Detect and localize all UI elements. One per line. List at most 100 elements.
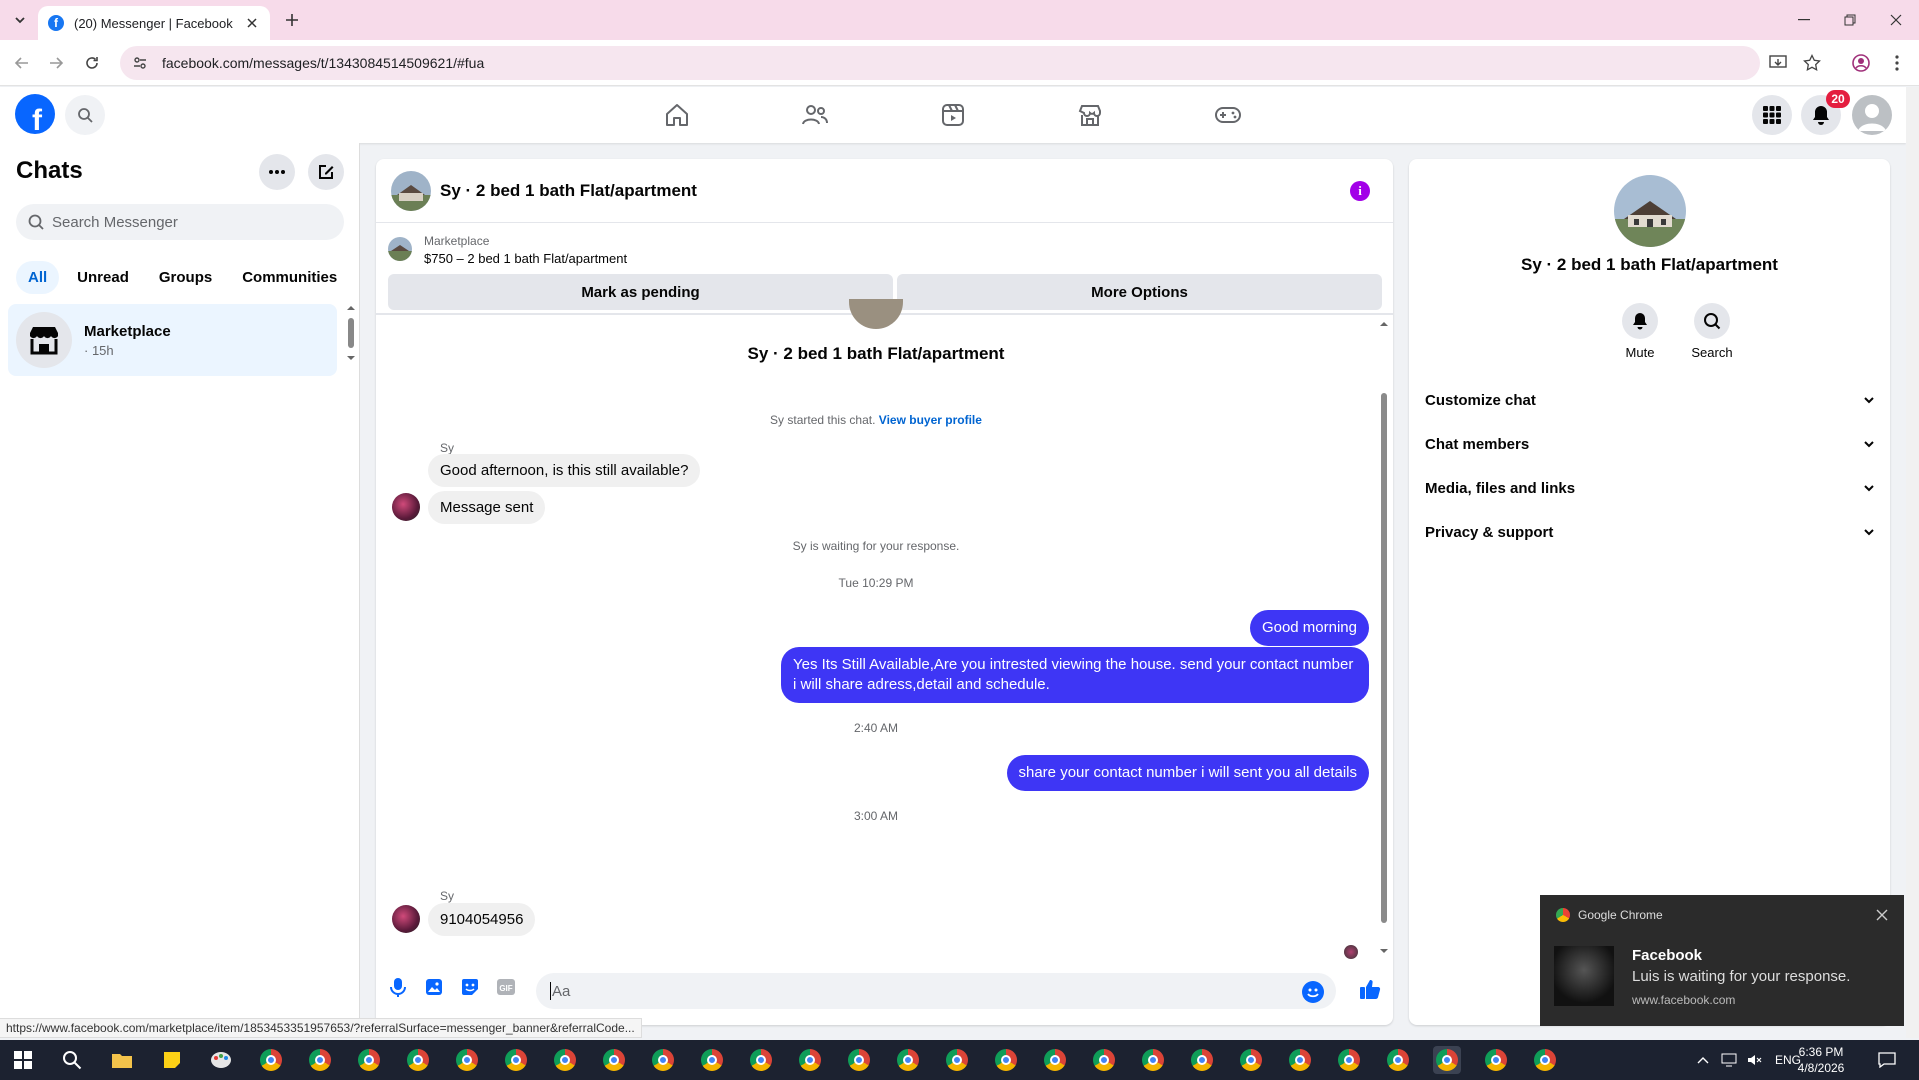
chrome-taskbar-icon[interactable] (502, 1046, 530, 1074)
chrome-taskbar-icon[interactable] (1531, 1046, 1559, 1074)
incoming-message[interactable]: 9104054956 (428, 903, 536, 936)
taskbar-search-icon[interactable] (58, 1046, 86, 1074)
chrome-taskbar-icon[interactable] (649, 1046, 677, 1074)
incoming-message[interactable]: Message sent (428, 491, 546, 524)
attach-photo-icon[interactable] (422, 975, 446, 999)
reload-icon[interactable] (80, 51, 104, 75)
chats-options-icon[interactable] (259, 154, 295, 190)
chat-members-row[interactable]: Chat members (1425, 426, 1875, 462)
chrome-taskbar-icon[interactable] (1237, 1046, 1265, 1074)
chrome-taskbar-icon[interactable] (1482, 1046, 1510, 1074)
outgoing-message[interactable]: share your contact number i will sent yo… (1006, 755, 1369, 791)
filter-communities[interactable]: Communities (230, 261, 349, 294)
emoji-icon[interactable] (1302, 981, 1324, 1003)
close-notification-icon[interactable] (1876, 909, 1888, 921)
privacy-support-row[interactable]: Privacy & support (1425, 514, 1875, 550)
forward-icon[interactable] (44, 51, 68, 75)
chrome-taskbar-icon-active[interactable] (1433, 1046, 1461, 1074)
chrome-taskbar-icon[interactable] (1286, 1046, 1314, 1074)
search-action[interactable]: Search (1682, 303, 1742, 360)
gaming-nav-icon[interactable] (1210, 97, 1246, 133)
sticker-icon[interactable] (458, 975, 482, 999)
home-nav-icon[interactable] (659, 97, 695, 133)
windows-start-icon[interactable] (9, 1046, 37, 1074)
sender-avatar[interactable] (392, 493, 420, 521)
chrome-taskbar-icon[interactable] (1188, 1046, 1216, 1074)
account-avatar[interactable] (1852, 95, 1892, 135)
close-tab-icon[interactable] (244, 15, 260, 31)
url-omnibox[interactable]: facebook.com/messages/t/1343084514509621… (120, 46, 1760, 80)
chrome-taskbar-icon[interactable] (404, 1046, 432, 1074)
sidebar-scrollbar[interactable] (346, 304, 356, 364)
action-center-icon[interactable] (1873, 1046, 1901, 1074)
system-clock[interactable]: 6:36 PM 4/8/2026 (1782, 1044, 1860, 1076)
chrome-taskbar-icon[interactable] (1384, 1046, 1412, 1074)
chrome-taskbar-icon[interactable] (600, 1046, 628, 1074)
chrome-taskbar-icon[interactable] (747, 1046, 775, 1074)
chrome-notification[interactable]: Google Chrome Facebook Luis is waiting f… (1540, 895, 1904, 1026)
chrome-taskbar-icon[interactable] (894, 1046, 922, 1074)
outgoing-message[interactable]: Good morning (1249, 610, 1369, 646)
thumbs-up-icon[interactable] (1358, 977, 1382, 1001)
tab-search-dropdown-icon[interactable] (10, 10, 30, 30)
chrome-taskbar-icon[interactable] (355, 1046, 383, 1074)
sticky-notes-icon[interactable] (158, 1046, 186, 1074)
conversation-scrollbar[interactable] (1378, 317, 1390, 957)
bell-icon[interactable] (1622, 303, 1658, 339)
close-window-icon[interactable] (1873, 0, 1919, 40)
outgoing-message[interactable]: Yes Its Still Available,Are you intreste… (781, 647, 1369, 703)
microphone-icon[interactable] (386, 975, 410, 999)
details-avatar[interactable] (1614, 175, 1686, 247)
browser-menu-icon[interactable] (1885, 51, 1909, 75)
volume-muted-icon[interactable] (1747, 1053, 1763, 1067)
video-nav-icon[interactable] (935, 97, 971, 133)
paint-app-icon[interactable] (207, 1046, 235, 1074)
media-files-links-row[interactable]: Media, files and links (1425, 470, 1875, 506)
tray-chevron-up-icon[interactable] (1697, 1056, 1709, 1064)
mute-action[interactable]: Mute (1610, 303, 1670, 360)
profile-icon[interactable] (1849, 51, 1873, 75)
filter-unread[interactable]: Unread (65, 261, 141, 294)
chrome-taskbar-icon[interactable] (1139, 1046, 1167, 1074)
back-icon[interactable] (10, 51, 34, 75)
chrome-taskbar-icon[interactable] (551, 1046, 579, 1074)
chrome-taskbar-icon[interactable] (845, 1046, 873, 1074)
file-explorer-icon[interactable] (108, 1046, 136, 1074)
chrome-taskbar-icon[interactable] (992, 1046, 1020, 1074)
minimize-window-icon[interactable] (1781, 0, 1827, 40)
incoming-message[interactable]: Good afternoon, is this still available? (428, 454, 701, 487)
chrome-taskbar-icon[interactable] (796, 1046, 824, 1074)
facebook-logo-icon[interactable]: f (15, 94, 55, 134)
search-icon[interactable] (1694, 303, 1730, 339)
customize-chat-row[interactable]: Customize chat (1425, 382, 1875, 418)
sender-avatar[interactable] (392, 905, 420, 933)
conversation-title[interactable]: Sy · 2 bed 1 bath Flat/apartment (440, 181, 697, 201)
restore-window-icon[interactable] (1827, 0, 1873, 40)
facebook-search-icon[interactable] (65, 95, 105, 135)
mark-as-pending-button[interactable]: Mark as pending (388, 274, 893, 310)
marketplace-nav-icon[interactable] (1072, 97, 1108, 133)
chrome-taskbar-icon[interactable] (943, 1046, 971, 1074)
view-buyer-profile-link[interactable]: View buyer profile (879, 413, 982, 427)
new-tab-icon[interactable] (282, 10, 302, 30)
chrome-taskbar-icon[interactable] (1041, 1046, 1069, 1074)
site-info-icon[interactable] (132, 55, 150, 71)
install-app-icon[interactable] (1766, 51, 1790, 75)
chrome-taskbar-icon[interactable] (306, 1046, 334, 1074)
chrome-taskbar-icon[interactable] (257, 1046, 285, 1074)
browser-tab[interactable]: f (20) Messenger | Facebook (38, 6, 270, 40)
filter-groups[interactable]: Groups (147, 261, 224, 294)
gif-icon[interactable]: GIF (494, 975, 518, 999)
page-scrollbar[interactable] (1906, 87, 1919, 1038)
message-input[interactable]: Aa (536, 973, 1336, 1009)
more-options-button[interactable]: More Options (897, 274, 1382, 310)
messenger-search-input[interactable]: Search Messenger (16, 204, 344, 240)
chrome-taskbar-icon[interactable] (1335, 1046, 1363, 1074)
menu-grid-icon[interactable] (1752, 95, 1792, 135)
filter-all[interactable]: All (16, 261, 60, 294)
new-message-icon[interactable] (308, 154, 344, 190)
chrome-taskbar-icon[interactable] (698, 1046, 726, 1074)
friends-nav-icon[interactable] (797, 97, 833, 133)
chrome-taskbar-icon[interactable] (1090, 1046, 1118, 1074)
bookmark-star-icon[interactable] (1800, 51, 1824, 75)
